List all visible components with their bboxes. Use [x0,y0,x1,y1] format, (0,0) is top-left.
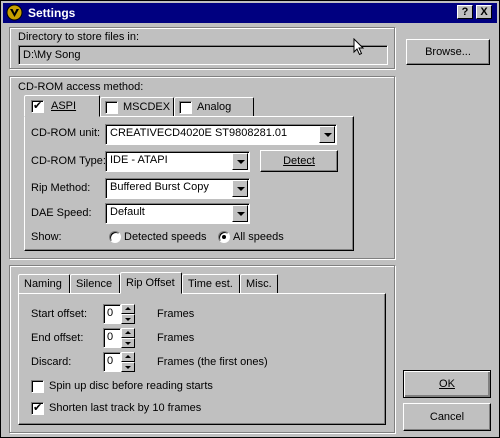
cancel-label: Cancel [429,411,465,423]
cdrom-unit-select[interactable]: CREATIVECD4020E ST9808281.01 [105,124,337,145]
directory-label: Directory to store files in: [18,31,140,43]
rip-method-label: Rip Method: [31,182,91,194]
start-offset-input[interactable]: 0 [103,304,121,324]
discard-label: Discard: [31,356,72,368]
end-offset-value: 0 [107,331,114,343]
chevron-down-icon[interactable] [319,126,335,143]
options-group: Naming Silence Rip Offset Time est. Misc… [9,265,395,433]
cdrom-group: CD-ROM access method: ASPI MSCDEX Analog… [9,76,395,259]
settings-window: Settings ? X Directory to store files in… [0,0,500,438]
title-bar[interactable]: Settings ? X [3,3,497,23]
cdrom-unit-value: CREATIVECD4020E ST9808281.01 [110,127,288,139]
spin-down-icon[interactable] [121,362,135,372]
directory-field[interactable]: D:\My Song [18,45,388,65]
start-offset-unit: Frames [157,308,195,320]
tab-analog[interactable]: Analog [174,97,254,117]
spin-down-icon[interactable] [121,338,135,348]
app-shield-icon [6,4,23,21]
spin-up-checkbox[interactable] [31,380,44,393]
tab-aspi[interactable]: ASPI [24,95,100,117]
all-speeds-radio[interactable] [218,231,230,243]
tab-rip-offset-label: Rip Offset [126,277,175,289]
tab-silence[interactable]: Silence [70,274,120,294]
tab-analog-label: Analog [197,101,232,113]
tab-misc-label: Misc. [246,278,272,290]
tab-naming[interactable]: Naming [18,274,70,294]
detect-label: Detect [283,155,315,167]
rip-method-value: Buffered Burst Copy [110,181,209,193]
ok-label: OK [439,378,455,390]
cancel-button[interactable]: Cancel [403,403,491,431]
spin-up-icon[interactable] [121,328,135,338]
close-button[interactable]: X [476,5,492,19]
shorten-last-track-label: Shorten last track by 10 frames [49,402,202,414]
browse-label: Browse... [425,46,471,58]
detected-speeds-label: Detected speeds [124,231,207,243]
tab-time-est[interactable]: Time est. [182,274,240,294]
end-offset-label: End offset: [31,332,84,344]
spin-up-icon[interactable] [121,352,135,362]
aspi-checkbox[interactable] [31,99,44,113]
discard-unit: Frames (the first ones) [157,356,268,368]
start-offset-label: Start offset: [31,308,88,320]
cdrom-type-value: IDE - ATAPI [110,154,168,166]
analog-checkbox[interactable] [179,101,192,114]
detected-speeds-radio[interactable] [109,231,121,243]
directory-group: Directory to store files in: D:\My Song [9,27,395,69]
discard-input[interactable]: 0 [103,352,121,372]
mouse-pointer-icon [353,38,365,56]
cdrom-type-select[interactable]: IDE - ATAPI [105,151,250,172]
browse-button[interactable]: Browse... [406,39,490,65]
chevron-down-icon[interactable] [232,153,248,170]
chevron-down-icon[interactable] [232,205,248,222]
dae-speed-label: DAE Speed: [31,207,92,219]
mscdex-checkbox[interactable] [105,101,118,114]
cdrom-type-label: CD-ROM Type: [31,155,106,167]
tab-rip-offset[interactable]: Rip Offset [120,272,182,294]
cdrom-group-label: CD-ROM access method: [18,81,144,93]
help-button[interactable]: ? [457,5,473,19]
rip-method-select[interactable]: Buffered Burst Copy [105,178,250,199]
tab-misc[interactable]: Misc. [240,274,278,294]
directory-value: D:\My Song [23,49,81,61]
end-offset-unit: Frames [157,332,195,344]
discard-value: 0 [107,355,114,367]
tab-silence-label: Silence [76,278,113,290]
spin-up-icon[interactable] [121,304,135,314]
end-offset-input[interactable]: 0 [103,328,121,348]
start-offset-value: 0 [107,307,114,319]
window-title: Settings [28,6,76,20]
discard-spinner[interactable] [121,352,135,372]
tab-mscdex-label: MSCDEX [123,101,171,113]
all-speeds-label: All speeds [233,231,284,243]
tab-time-est-label: Time est. [188,278,233,290]
spin-down-icon[interactable] [121,314,135,324]
shorten-last-track-checkbox[interactable] [31,401,44,415]
dae-speed-value: Default [110,206,145,218]
end-offset-spinner[interactable] [121,328,135,348]
dae-speed-select[interactable]: Default [105,203,250,224]
tab-naming-label: Naming [24,278,62,290]
aspi-panel: CD-ROM unit: CREATIVECD4020E ST9808281.0… [24,116,354,251]
tab-mscdex[interactable]: MSCDEX [100,97,174,117]
rip-offset-panel: Start offset: 0 Frames End offset: 0 Fra… [18,293,386,425]
tab-aspi-label: ASPI [51,100,77,112]
detect-button[interactable]: Detect [260,150,338,172]
start-offset-spinner[interactable] [121,304,135,324]
ok-button[interactable]: OK [403,370,491,398]
show-label: Show: [31,231,62,243]
cdrom-unit-label: CD-ROM unit: [31,127,101,139]
spin-up-label: Spin up disc before reading starts [49,380,213,392]
chevron-down-icon[interactable] [232,180,248,197]
